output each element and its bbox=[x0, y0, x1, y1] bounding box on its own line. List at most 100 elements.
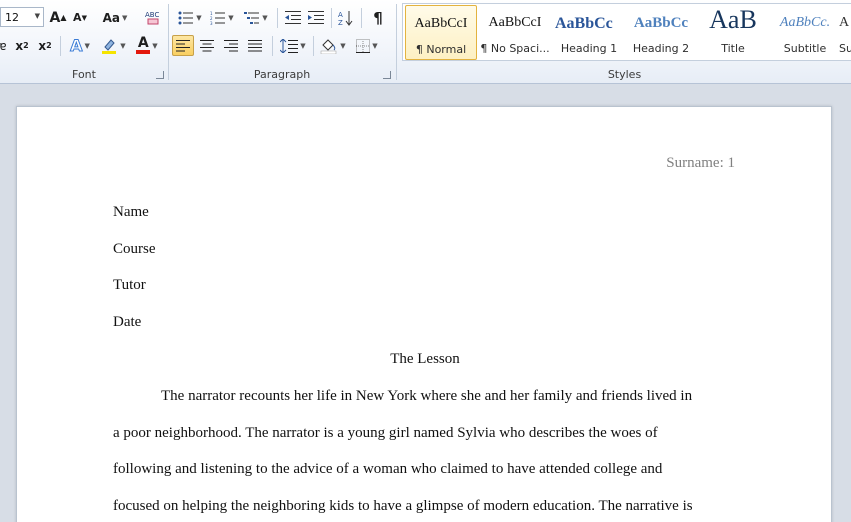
paint-bucket-icon bbox=[321, 38, 337, 54]
paragraph-line: The narrator recounts her life in New Yo… bbox=[161, 388, 693, 404]
clear-formatting-button[interactable]: ABC bbox=[142, 6, 164, 27]
font-color-button[interactable]: A ▼ bbox=[132, 35, 162, 56]
style-normal[interactable]: AaBbCcI ¶ Normal bbox=[405, 5, 477, 60]
sort-button[interactable]: A Z bbox=[335, 7, 357, 28]
style-sample: AaBbCc. bbox=[779, 15, 831, 30]
doc-line-course: Course bbox=[113, 241, 156, 257]
align-left-button[interactable] bbox=[172, 35, 194, 56]
subscript-mark: 2 bbox=[23, 41, 29, 50]
separator bbox=[313, 36, 314, 56]
style-name: Heading 1 bbox=[560, 42, 618, 55]
doc-line-date: Date bbox=[113, 314, 142, 330]
align-left-icon bbox=[176, 39, 190, 51]
align-right-icon bbox=[224, 39, 238, 51]
style-name: Title bbox=[721, 42, 745, 55]
font-dialog-launcher-icon[interactable] bbox=[156, 71, 164, 79]
separator bbox=[60, 36, 61, 56]
grow-font-icon: A bbox=[49, 9, 61, 26]
justify-button[interactable] bbox=[244, 35, 266, 56]
subscript-button[interactable]: x2 bbox=[12, 35, 32, 56]
doc-title: The Lesson bbox=[390, 351, 460, 367]
style-sample: AaBbCc bbox=[633, 15, 689, 31]
style-name: Heading 2 bbox=[632, 42, 690, 55]
font-color-swatch bbox=[136, 50, 151, 54]
font-size-value: 12 bbox=[5, 10, 19, 24]
borders-button[interactable]: ▼ bbox=[351, 35, 383, 56]
shrink-font-icon: A bbox=[73, 11, 82, 24]
paragraph-group-label: Paragraph bbox=[253, 68, 311, 81]
font-group-label: Font bbox=[72, 68, 96, 81]
align-right-button[interactable] bbox=[220, 35, 242, 56]
paragraph-line: a poor neighborhood. The narrator is a y… bbox=[113, 425, 658, 441]
separator bbox=[396, 4, 397, 80]
highlighter-icon bbox=[102, 38, 117, 54]
line-spacing-button[interactable]: ▼ bbox=[277, 35, 309, 56]
line-spacing-icon bbox=[280, 38, 299, 53]
superscript-icon: x bbox=[38, 38, 47, 53]
separator bbox=[272, 36, 273, 56]
bullets-button[interactable]: ▼ bbox=[175, 7, 205, 28]
style-sample: AaBbCcI bbox=[488, 15, 542, 30]
style-subtitle[interactable]: AaBbCc. Subtitle bbox=[769, 5, 841, 60]
doc-line-name: Name bbox=[113, 204, 149, 220]
decrease-indent-icon bbox=[285, 10, 301, 24]
styles-group-label: Styles bbox=[607, 68, 642, 81]
subscript-icon: x bbox=[15, 38, 24, 53]
style-name: Subtitle bbox=[783, 42, 827, 55]
pilcrow-icon: ¶ bbox=[373, 8, 383, 27]
text-effects-icon: A bbox=[70, 36, 83, 56]
paragraph-line: following and listening to the advice of… bbox=[113, 461, 663, 477]
strikethrough-icon: ɐ bbox=[0, 38, 7, 53]
multilevel-list-button[interactable]: ▼ bbox=[241, 7, 271, 28]
ribbon: 12 ▼ A ▲ A ▼ Aa ▼ ABC ɐ x2 x2 A ▼ ▼ A ▼ … bbox=[0, 0, 851, 84]
chevron-down-icon[interactable]: ▼ bbox=[35, 12, 40, 20]
separator bbox=[331, 8, 332, 28]
svg-text:3: 3 bbox=[210, 21, 213, 25]
style-sample: AaBbCcI bbox=[414, 16, 468, 31]
style-no-spacing[interactable]: AaBbCcI ¶ No Spaci... bbox=[479, 5, 551, 60]
shading-button[interactable]: ▼ bbox=[317, 35, 349, 56]
doc-line-tutor: Tutor bbox=[113, 277, 146, 293]
style-name: Su bbox=[839, 42, 851, 55]
style-heading-2[interactable]: AaBbCc Heading 2 bbox=[625, 5, 697, 60]
decrease-indent-button[interactable] bbox=[282, 7, 304, 28]
bullets-icon bbox=[178, 11, 194, 24]
superscript-button[interactable]: x2 bbox=[35, 35, 55, 56]
paragraph-line: focused on helping the neighboring kids … bbox=[113, 498, 693, 514]
paragraph-group: ▼ 1 2 3 ▼ ▼ A Z ¶ ▼ ▼ ▼ Paragraph bbox=[169, 0, 395, 84]
change-case-icon: Aa bbox=[102, 10, 120, 25]
svg-text:A: A bbox=[338, 11, 343, 19]
style-sample: AaB bbox=[709, 5, 757, 34]
align-center-button[interactable] bbox=[196, 35, 218, 56]
increase-indent-icon bbox=[308, 10, 324, 24]
numbering-button[interactable]: 1 2 3 ▼ bbox=[207, 7, 237, 28]
highlight-button[interactable]: ▼ bbox=[98, 35, 128, 56]
sort-icon: A Z bbox=[338, 10, 353, 26]
strikethrough-button[interactable]: ɐ bbox=[0, 35, 10, 56]
style-name: ¶ Normal bbox=[415, 43, 467, 56]
svg-text:Z: Z bbox=[338, 19, 343, 26]
document-page[interactable]: Surname: 1 Name Course Tutor Date The Le… bbox=[16, 106, 832, 522]
show-formatting-marks-button[interactable]: ¶ bbox=[367, 7, 389, 28]
shrink-font-button[interactable]: A ▼ bbox=[70, 7, 90, 28]
change-case-button[interactable]: Aa ▼ bbox=[100, 7, 130, 28]
paragraph-dialog-launcher-icon[interactable] bbox=[383, 71, 391, 79]
align-center-icon bbox=[200, 39, 214, 51]
clear-formatting-icon: ABC bbox=[145, 11, 159, 24]
style-sample: A bbox=[839, 15, 850, 30]
svg-text:ABC: ABC bbox=[145, 11, 159, 19]
justify-icon bbox=[248, 39, 262, 51]
styles-gallery: AaBbCcI ¶ Normal AaBbCcI ¶ No Spaci... A… bbox=[402, 3, 851, 61]
separator bbox=[277, 8, 278, 28]
font-size-box[interactable]: 12 ▼ bbox=[0, 7, 44, 27]
font-group: 12 ▼ A ▲ A ▼ Aa ▼ ABC ɐ x2 x2 A ▼ ▼ A ▼ … bbox=[0, 0, 168, 84]
grow-font-button[interactable]: A ▲ bbox=[48, 7, 68, 28]
style-title[interactable]: AaB Title bbox=[697, 5, 769, 60]
style-heading-1[interactable]: AaBbCc Heading 1 bbox=[553, 5, 625, 60]
style-sample: AaBbCc bbox=[555, 15, 613, 32]
text-effects-button[interactable]: A ▼ bbox=[66, 35, 94, 56]
style-subtle[interactable]: A Su bbox=[839, 5, 851, 60]
font-color-icon: A bbox=[136, 36, 151, 54]
numbering-icon: 1 2 3 bbox=[210, 11, 226, 25]
increase-indent-button[interactable] bbox=[305, 7, 327, 28]
